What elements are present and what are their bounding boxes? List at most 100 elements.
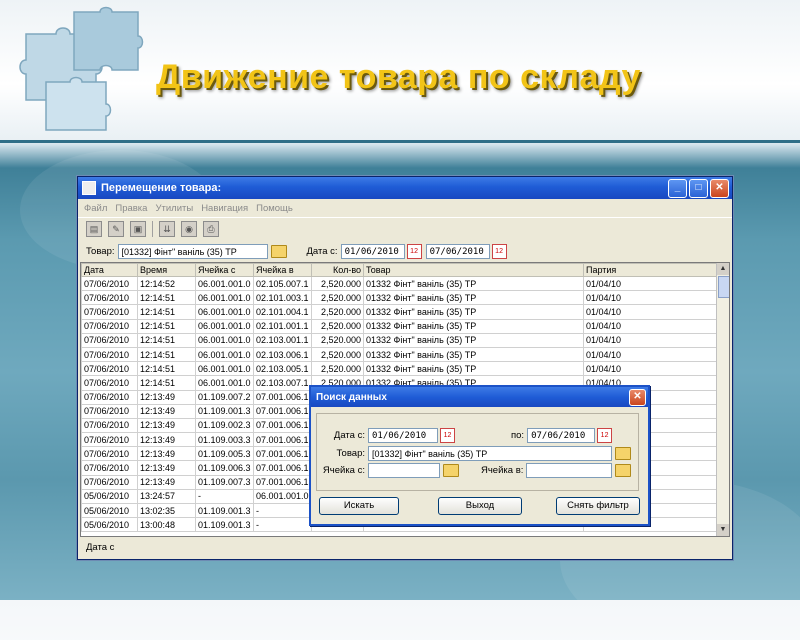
dialog-cell-from-label: Ячейка с: bbox=[322, 465, 365, 476]
table-row[interactable]: 07/06/2010 12:14:51 06.001.001.0 02.103.005… bbox=[81, 361, 718, 377]
calendar-icon[interactable]: 12 bbox=[597, 428, 613, 443]
col-product[interactable]: Товар bbox=[363, 263, 584, 277]
table-cell: 12:14:51 bbox=[137, 332, 196, 348]
document-icon[interactable]: ▤ bbox=[86, 221, 102, 237]
table-cell: 12:13:49 bbox=[137, 460, 196, 476]
calendar-icon[interactable]: 12 bbox=[406, 243, 422, 259]
close-icon[interactable]: ✕ bbox=[629, 388, 646, 406]
table-cell: 07/06/2010 bbox=[81, 403, 138, 419]
date-from-label: Дата с: bbox=[306, 245, 338, 257]
table-cell: 06.001.001.0 bbox=[195, 275, 254, 292]
calendar-icon[interactable]: 12 bbox=[491, 243, 507, 259]
date-from-field[interactable]: 01/06/2010 bbox=[340, 243, 405, 259]
folder-icon[interactable] bbox=[270, 244, 287, 258]
scroll-down-icon[interactable]: ▼ bbox=[717, 524, 729, 536]
table-cell: 07/06/2010 bbox=[81, 318, 138, 334]
puzzle-graphic bbox=[19, 6, 144, 131]
exit-button[interactable]: Выход bbox=[438, 497, 522, 515]
table-cell: 07.001.006.1 bbox=[253, 460, 312, 476]
table-cell: 02.101.004.1 bbox=[253, 304, 312, 320]
table-row[interactable]: 07/06/2010 12:14:51 06.001.001.0 02.101.004… bbox=[81, 304, 718, 320]
table-cell: 01/04/10 bbox=[583, 275, 718, 292]
dialog-date-from-field[interactable]: 01/06/2010 bbox=[368, 428, 438, 443]
table-cell: 01.109.005.3 bbox=[195, 446, 254, 462]
col-cell-from[interactable]: Ячейка с bbox=[195, 263, 254, 277]
table-cell: 12:14:51 bbox=[137, 304, 196, 320]
table-cell: 12:13:49 bbox=[137, 446, 196, 462]
table-row[interactable]: 07/06/2010 12:14:52 06.001.001.0 02.105.007… bbox=[81, 275, 718, 292]
table-cell: 01/04/10 bbox=[583, 304, 718, 320]
table-cell: 05/06/2010 bbox=[81, 488, 138, 505]
toolbar: ▤ ✎ ▣ ⇊ ◉ ⎙ bbox=[78, 217, 732, 240]
table-cell: 02.101.003.1 bbox=[253, 290, 312, 306]
table-cell: 07/06/2010 bbox=[81, 460, 138, 476]
edit-icon[interactable]: ✎ bbox=[108, 221, 124, 237]
table-cell: 01332 Фінт" ваніль (35) ТР bbox=[363, 275, 584, 292]
folder-icon[interactable] bbox=[443, 464, 459, 477]
dialog-cell-to-field[interactable] bbox=[526, 463, 613, 478]
product-field[interactable]: [01332] Фінт" ваніль (35) ТР bbox=[117, 243, 268, 259]
table-cell: 07.001.006.1 bbox=[253, 389, 312, 405]
window-title: Перемещение товара: bbox=[101, 182, 222, 194]
table-cell: 01.109.007.3 bbox=[195, 474, 254, 490]
table-cell: 12:14:51 bbox=[137, 318, 196, 334]
view-icon[interactable]: ◉ bbox=[181, 221, 197, 237]
table-cell: 01.109.007.2 bbox=[195, 389, 254, 405]
save-icon[interactable]: ▣ bbox=[130, 221, 146, 237]
search-button[interactable]: Искать bbox=[319, 497, 399, 515]
dialog-cell-to-row: Ячейка в: bbox=[481, 463, 632, 478]
folder-icon[interactable] bbox=[615, 464, 632, 477]
table-row[interactable]: 07/06/2010 12:14:51 06.001.001.0 02.101.003… bbox=[81, 290, 718, 306]
window-titlebar[interactable]: Перемещение товара: _ □ ✕ bbox=[78, 177, 732, 199]
filter-icon[interactable]: ⇊ bbox=[159, 221, 175, 237]
dialog-title: Поиск данных bbox=[316, 391, 387, 403]
col-date[interactable]: Дата bbox=[81, 263, 138, 277]
table-cell: 06.001.001.0 bbox=[253, 488, 312, 505]
table-cell: 12:14:51 bbox=[137, 375, 196, 391]
col-batch[interactable]: Партия bbox=[583, 263, 718, 277]
menu-help[interactable]: Помощь bbox=[256, 203, 293, 214]
table-cell: 01/04/10 bbox=[583, 361, 718, 377]
menu-edit[interactable]: Правка bbox=[115, 203, 147, 214]
col-time[interactable]: Время bbox=[137, 263, 196, 277]
col-cell-to[interactable]: Ячейка в bbox=[253, 263, 312, 277]
table-row[interactable]: 07/06/2010 12:14:51 06.001.001.0 02.101.001… bbox=[81, 318, 718, 334]
folder-icon[interactable] bbox=[615, 447, 631, 460]
table-cell: 06.001.001.0 bbox=[195, 318, 254, 334]
table-row[interactable]: 07/06/2010 12:14:51 06.001.001.0 02.103.001… bbox=[81, 332, 718, 348]
dialog-titlebar[interactable]: Поиск данных ✕ bbox=[311, 387, 648, 407]
close-icon[interactable]: ✕ bbox=[710, 178, 729, 198]
table-cell: 07/06/2010 bbox=[81, 446, 138, 462]
table-cell: 02.101.001.1 bbox=[253, 318, 312, 334]
vertical-scrollbar[interactable]: ▲ ▼ bbox=[716, 263, 729, 536]
scroll-up-icon[interactable]: ▲ bbox=[717, 263, 729, 275]
maximize-icon[interactable]: □ bbox=[689, 178, 708, 198]
table-cell: 01/04/10 bbox=[583, 332, 718, 348]
search-dialog: Поиск данных ✕ Дата с: 01/06/2010 12 по:… bbox=[309, 385, 650, 526]
minimize-icon[interactable]: _ bbox=[668, 178, 687, 198]
menu-navigation[interactable]: Навигация bbox=[201, 203, 248, 214]
table-cell: 2,520.000 bbox=[311, 318, 364, 334]
status-bar: Дата с bbox=[86, 542, 115, 553]
menu-file[interactable]: Файл bbox=[84, 203, 107, 214]
dialog-product-field[interactable]: [01332] Фінт" ваніль (35) ТР bbox=[368, 446, 612, 461]
date-to-field[interactable]: 07/06/2010 bbox=[425, 243, 490, 259]
col-qty[interactable]: Кол-во bbox=[311, 263, 364, 277]
table-cell: 07.001.006.1 bbox=[253, 432, 312, 448]
calendar-icon[interactable]: 12 bbox=[440, 428, 455, 443]
clear-filter-button[interactable]: Снять фильтр bbox=[556, 497, 640, 515]
table-cell: 01/04/10 bbox=[583, 290, 718, 306]
table-cell: 01332 Фінт" ваніль (35) ТР bbox=[363, 290, 584, 306]
header-divider bbox=[0, 140, 800, 143]
print-icon[interactable]: ⎙ bbox=[203, 221, 219, 237]
filter-bar: Товар: [01332] Фінт" ваніль (35) ТР Дата… bbox=[78, 240, 732, 262]
table-cell: 2,520.000 bbox=[311, 361, 364, 377]
table-row[interactable]: 07/06/2010 12:14:51 06.001.001.0 02.103.006… bbox=[81, 346, 718, 363]
menu-utilities[interactable]: Утилиты bbox=[155, 203, 193, 214]
scroll-thumb[interactable] bbox=[718, 276, 729, 298]
dialog-date-row: Дата с: 01/06/2010 12 bbox=[333, 428, 455, 443]
dialog-cell-from-field[interactable] bbox=[368, 463, 440, 478]
dialog-date-to-field[interactable]: 07/06/2010 bbox=[527, 428, 596, 443]
table-cell: 02.103.001.1 bbox=[253, 332, 312, 348]
dialog-product-label: Товар: bbox=[336, 448, 366, 459]
